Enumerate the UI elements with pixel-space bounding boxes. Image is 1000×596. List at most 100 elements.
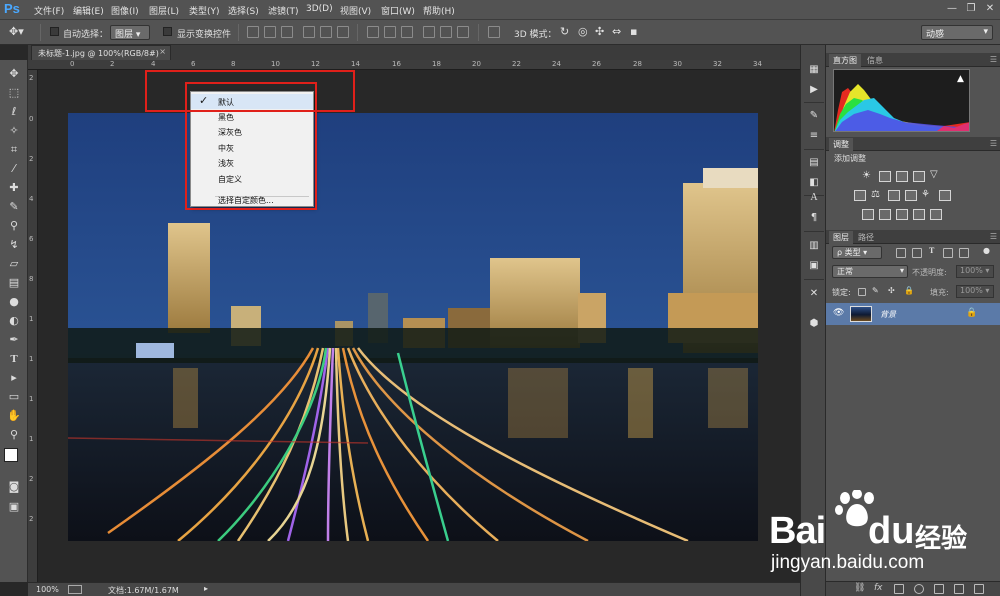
clone-source-icon[interactable]: ≡ [806,128,822,144]
align-bottom-icon[interactable] [281,26,293,38]
history-icon[interactable]: ▦ [806,62,822,78]
eraser-tool-icon[interactable]: ▱ [4,255,24,273]
panel-menu-icon[interactable]: ☰ [990,55,997,64]
menu-file[interactable]: 文件(F) [34,4,64,17]
color-lookup-icon[interactable] [939,190,951,201]
layer-filter-dropdown[interactable]: ρ 类型 ▾ [832,246,882,259]
filter-pixel-icon[interactable] [896,248,906,258]
menu-3d[interactable]: 3D(D) [306,4,333,14]
brightness-contrast-icon[interactable]: ☀ [862,170,871,181]
blend-mode-dropdown[interactable]: 正常 ▾ [832,265,908,278]
add-mask-icon[interactable] [894,584,904,594]
expand-arrow-icon[interactable]: ▸ [204,584,208,593]
pen-tool-icon[interactable]: ✒ [4,331,24,349]
zoom-tool-icon[interactable]: ⚲ [4,426,24,444]
filter-shape-icon[interactable] [943,248,953,258]
slide-3d-icon[interactable]: ⇔ [612,25,621,38]
filter-toggle-icon[interactable]: ● [983,246,990,255]
marquee-tool-icon[interactable]: ⬚ [4,84,24,102]
rotate-3d-icon[interactable]: ↻ [560,25,569,38]
delete-layer-icon[interactable] [974,584,984,594]
filter-smart-object-icon[interactable] [959,248,969,258]
align-right-icon[interactable] [337,26,349,38]
actions-play-icon[interactable]: ▶ [806,82,822,98]
color-balance-icon[interactable]: ⚖ [871,189,880,200]
threshold-icon[interactable] [896,209,908,220]
dodge-tool-icon[interactable]: ◐ [4,312,24,330]
black-white-icon[interactable] [888,190,900,201]
styles-icon[interactable]: ◧ [806,175,822,191]
lock-all-icon[interactable]: 🔒 [904,286,914,295]
workspace-dropdown[interactable]: 动感 ▾ [921,25,993,40]
close-button[interactable]: ✕ [982,2,998,16]
blur-tool-icon[interactable]: ● [4,293,24,311]
channel-mixer-icon[interactable]: ⚘ [921,189,930,200]
selective-color-icon[interactable] [913,209,925,220]
link-layers-icon[interactable]: ⛓ [854,583,865,593]
hue-saturation-icon[interactable] [854,190,866,201]
paragraph-icon[interactable]: ¶ [806,210,822,226]
lasso-tool-icon[interactable]: ℓ [4,103,24,121]
fill-input[interactable]: 100% ▾ [956,285,994,298]
menu-image[interactable]: 图像(I) [111,4,139,17]
gradient-tool-icon[interactable]: ▤ [4,274,24,292]
path-select-tool-icon[interactable]: ▸ [4,369,24,387]
distribute-bottom-icon[interactable] [401,26,413,38]
show-transform-checkbox[interactable] [163,27,172,36]
healing-brush-tool-icon[interactable]: ✚ [4,179,24,197]
close-tab-icon[interactable]: × [159,47,166,56]
tab-adjustments[interactable]: 调整 [829,138,853,151]
drag-3d-icon[interactable]: ✣ [595,25,604,38]
distribute-right-icon[interactable] [457,26,469,38]
brush-presets-icon[interactable]: ✎ [806,108,822,124]
new-layer-icon[interactable] [954,584,964,594]
exposure-icon[interactable] [913,171,925,182]
panel-menu-icon[interactable]: ☰ [990,232,997,241]
distribute-hcenter-icon[interactable] [440,26,452,38]
scale-3d-icon[interactable]: ▪ [630,25,637,38]
tab-info[interactable]: 信息 [863,54,887,67]
menu-window[interactable]: 窗口(W) [381,4,415,17]
layer-comps-icon[interactable]: ▥ [806,238,822,254]
filter-adjustment-icon[interactable] [912,248,922,258]
opacity-input[interactable]: 100% ▾ [956,265,994,278]
crop-tool-icon[interactable]: ⌗ [4,141,24,159]
auto-align-icon[interactable] [488,26,500,38]
eyedropper-tool-icon[interactable]: ⁄ [4,160,24,178]
align-left-icon[interactable] [303,26,315,38]
quick-mask-icon[interactable]: ◙ [4,478,24,496]
menu-view[interactable]: 视图(V) [340,4,371,17]
zoom-level[interactable]: 100% [36,585,59,594]
roll-3d-icon[interactable]: ◎ [578,25,588,38]
align-top-icon[interactable] [247,26,259,38]
vibrance-icon[interactable]: ▽ [930,169,938,180]
menu-select[interactable]: 选择(S) [228,4,259,17]
curves-icon[interactable] [896,171,908,182]
panel-menu-icon[interactable]: ☰ [990,139,997,148]
menu-type[interactable]: 类型(Y) [189,4,220,17]
auto-select-dropdown[interactable]: 图层 ▾ [110,25,150,40]
move-tool-icon[interactable]: ✥▾ [9,25,24,38]
tab-histogram[interactable]: 直方图 [829,54,861,67]
menu-layer[interactable]: 图层(L) [149,4,179,17]
layer-style-icon[interactable]: fx [874,583,884,593]
gradient-map-icon[interactable] [930,209,942,220]
move-tool-icon[interactable]: ✥ [4,65,24,83]
distribute-top-icon[interactable] [367,26,379,38]
distribute-left-icon[interactable] [423,26,435,38]
hand-tool-icon[interactable]: ✋ [4,407,24,425]
lock-image-icon[interactable]: ✎ [872,286,879,295]
foreground-color-swatch[interactable] [4,448,18,462]
document-tab[interactable]: 未标题-1.jpg @ 100%(RGB/8#) × [31,45,171,60]
swatches-icon[interactable]: ▤ [806,155,822,171]
posterize-icon[interactable] [879,209,891,220]
menu-filter[interactable]: 滤镜(T) [268,4,299,17]
filter-type-icon[interactable]: T [929,246,934,255]
type-tool-icon[interactable]: T [4,350,24,368]
character-icon[interactable]: A [806,190,822,206]
rectangle-tool-icon[interactable]: ▭ [4,388,24,406]
minimize-button[interactable]: — [944,2,960,16]
history-brush-tool-icon[interactable]: ↯ [4,236,24,254]
align-hcenter-icon[interactable] [320,26,332,38]
menu-edit[interactable]: 编辑(E) [73,4,104,17]
